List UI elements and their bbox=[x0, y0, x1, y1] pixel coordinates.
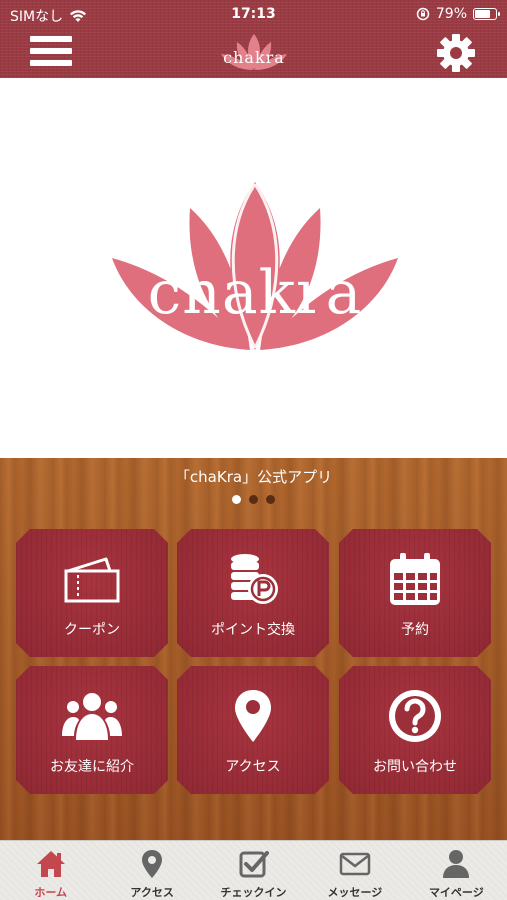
header-logo-text: chakra bbox=[223, 48, 285, 67]
tab-label: ホーム bbox=[34, 886, 68, 899]
tile-label: クーポン bbox=[64, 622, 120, 638]
envelope-icon bbox=[339, 852, 371, 876]
refer-friend-button[interactable]: お友達に紹介 bbox=[16, 666, 168, 794]
hamburger-menu-icon[interactable] bbox=[30, 36, 72, 70]
tab-mypage[interactable]: マイページ bbox=[406, 841, 507, 900]
app-header: SIMなし 17:13 79% chakra bbox=[0, 0, 507, 78]
nav-bar: chakra bbox=[0, 28, 507, 78]
status-bar: SIMなし 17:13 79% bbox=[0, 0, 507, 28]
carousel-dot[interactable] bbox=[249, 495, 258, 504]
battery-icon bbox=[473, 8, 500, 20]
carousel-dot[interactable] bbox=[266, 495, 275, 504]
app-caption: 「chaKra」公式アプリ bbox=[174, 468, 333, 486]
tab-message[interactable]: メッセージ bbox=[304, 841, 405, 900]
calendar-icon bbox=[385, 549, 445, 609]
user-icon bbox=[443, 850, 470, 878]
point-exchange-button[interactable]: ポイント交換 bbox=[177, 529, 329, 657]
map-pin-icon bbox=[142, 850, 163, 878]
ticket-icon bbox=[62, 549, 122, 609]
orientation-lock-icon bbox=[416, 7, 430, 21]
carousel-dots bbox=[0, 495, 507, 504]
coins-point-icon bbox=[223, 549, 283, 609]
coupon-button[interactable]: クーポン bbox=[16, 529, 168, 657]
tile-label: お問い合わせ bbox=[373, 759, 457, 775]
tab-access[interactable]: アクセス bbox=[101, 841, 202, 900]
checkbox-icon bbox=[239, 851, 269, 878]
question-circle-icon bbox=[385, 686, 445, 746]
hero-banner: chakra bbox=[0, 78, 507, 458]
tile-label: ポイント交換 bbox=[211, 622, 295, 638]
tab-label: アクセス bbox=[130, 886, 174, 899]
tab-label: メッセージ bbox=[327, 886, 383, 899]
carousel-dot[interactable] bbox=[232, 495, 241, 504]
tile-label: アクセス bbox=[225, 759, 281, 775]
home-icon bbox=[36, 851, 65, 877]
tab-checkin[interactable]: チェックイン bbox=[203, 841, 304, 900]
bottom-tab-bar: ホーム アクセス チェックイン メッセージ マイページ bbox=[0, 840, 507, 900]
reservation-button[interactable]: 予約 bbox=[339, 529, 491, 657]
contact-button[interactable]: お問い合わせ bbox=[339, 666, 491, 794]
map-pin-icon bbox=[223, 686, 283, 746]
gear-icon[interactable] bbox=[435, 32, 477, 74]
tab-home[interactable]: ホーム bbox=[0, 841, 101, 900]
hero-logo: chakra bbox=[110, 178, 400, 358]
users-icon bbox=[62, 686, 122, 746]
hero-logo-text: chakra bbox=[147, 258, 363, 328]
battery-percent: 79% bbox=[435, 6, 467, 22]
header-logo: chakra bbox=[213, 32, 295, 74]
tab-label: マイページ bbox=[428, 886, 484, 899]
menu-panel: 「chaKra」公式アプリ クーポン ポイント交換 予約 お友達に紹介 アクセス… bbox=[0, 458, 507, 840]
tab-label: チェックイン bbox=[220, 886, 287, 899]
tile-label: 予約 bbox=[401, 622, 429, 638]
tile-label: お友達に紹介 bbox=[50, 759, 134, 775]
access-button[interactable]: アクセス bbox=[177, 666, 329, 794]
